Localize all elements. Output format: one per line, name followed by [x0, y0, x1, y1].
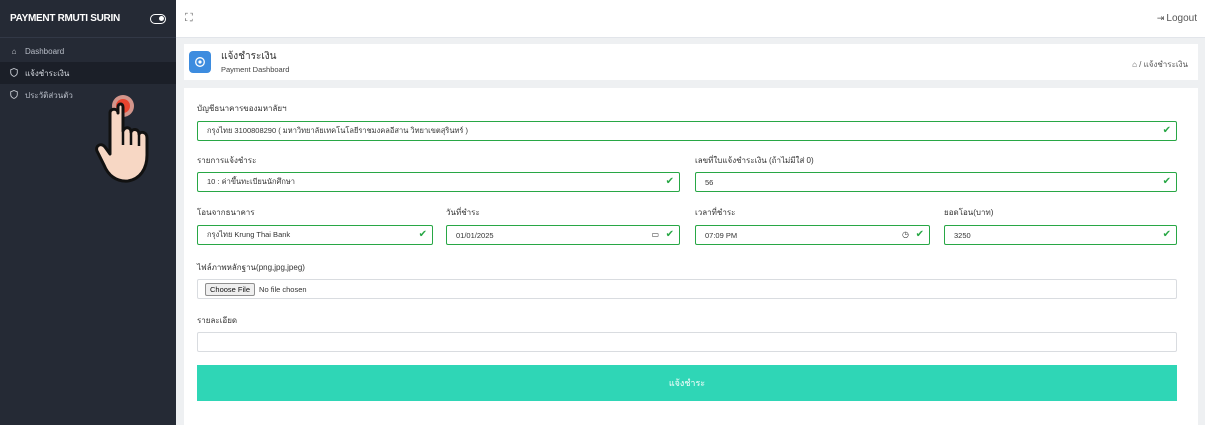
payment-item-select[interactable]: 10 : ค่าขึ้นทะเบียนนักศึกษา ✔ — [197, 172, 680, 192]
valid-check-icon: ✔ — [418, 229, 427, 240]
sidebar-item-label: ประวัติส่วนตัว — [25, 90, 73, 100]
logout-button[interactable]: ⇥ Logout — [1157, 13, 1197, 24]
sidebar-item-dashboard[interactable]: ⌂ Dashboard — [0, 40, 176, 62]
shield-icon — [9, 67, 19, 79]
calendar-icon[interactable]: ▭ — [651, 230, 659, 239]
date-label: วันที่ชำระ — [446, 208, 480, 217]
sidebar-item-payment[interactable]: แจ้งชำระเงิน — [0, 62, 176, 84]
valid-check-icon: ✔ — [665, 229, 674, 240]
valid-check-icon: ✔ — [1162, 229, 1171, 240]
amount-label: ยอดโอน(บาท) — [944, 208, 994, 217]
receipt-no-label: เลขที่ใบแจ้งชำระเงิน (ถ้าไม่มีใส่ 0) — [695, 156, 814, 165]
university-account-label: บัญชีธนาคารของมหาลัยฯ — [197, 104, 287, 113]
payment-item-label: รายการแจ้งชำระ — [197, 156, 257, 165]
date-input[interactable]: 01/01/2025 ▭ ✔ — [446, 225, 680, 245]
page-subtitle: Payment Dashboard — [221, 64, 290, 74]
clock-icon[interactable]: ◷ — [902, 230, 909, 239]
valid-check-icon: ✔ — [665, 176, 674, 187]
sidebar-item-label: Dashboard — [25, 46, 65, 56]
file-status: No file chosen — [259, 284, 307, 294]
topbar: ⛶ ⇥ Logout — [176, 0, 1205, 38]
payment-icon — [189, 51, 211, 73]
sidebar-brand: PAYMENT RMUTI SURIN — [0, 0, 176, 38]
valid-check-icon: ✔ — [1162, 125, 1171, 136]
receipt-no-input[interactable]: 56 ✔ — [695, 172, 1177, 192]
sidebar: PAYMENT RMUTI SURIN ⌂ Dashboard แจ้งชำระ… — [0, 0, 176, 425]
breadcrumb: ⌂ / แจ้งชำระเงิน — [1132, 58, 1188, 71]
sidebar-toggle-icon[interactable] — [150, 13, 166, 24]
time-label: เวลาที่ชำระ — [695, 208, 736, 217]
bank-label: โอนจากธนาคาร — [197, 208, 255, 217]
breadcrumb-separator: / — [1139, 60, 1142, 69]
fullscreen-icon[interactable]: ⛶ — [185, 12, 193, 25]
home-icon[interactable]: ⌂ — [1132, 60, 1137, 69]
breadcrumb-current: แจ้งชำระเงิน — [1143, 60, 1188, 69]
valid-check-icon: ✔ — [915, 229, 924, 240]
valid-check-icon: ✔ — [1162, 176, 1171, 187]
time-input[interactable]: 07:09 PM ◷ ✔ — [695, 225, 930, 245]
file-upload[interactable]: Choose File No file chosen — [197, 279, 1177, 299]
detail-input[interactable] — [197, 332, 1177, 352]
bank-select[interactable]: กรุงไทย Krung Thai Bank ✔ — [197, 225, 433, 245]
file-label: ไฟล์ภาพหลักฐาน(png,jpg,jpeg) — [197, 263, 305, 272]
payment-form: บัญชีธนาคารของมหาลัยฯ กรุงไทย 3100808290… — [184, 88, 1198, 425]
page-title: แจ้งชำระเงิน — [221, 50, 277, 62]
amount-input[interactable]: 3250 ✔ — [944, 225, 1177, 245]
home-icon: ⌂ — [11, 46, 17, 56]
logout-label: Logout — [1166, 13, 1197, 24]
submit-button[interactable]: แจ้งชำระ — [197, 365, 1177, 401]
hand-pointer-icon — [95, 95, 149, 183]
page-header: แจ้งชำระเงิน Payment Dashboard ⌂ / แจ้งช… — [184, 44, 1198, 80]
shield-icon — [9, 89, 19, 101]
sidebar-item-label: แจ้งชำระเงิน — [25, 68, 70, 78]
university-account-select[interactable]: กรุงไทย 3100808290 ( มหาวิทยาลัยเทคโนโลย… — [197, 121, 1177, 141]
brand-title: PAYMENT RMUTI SURIN — [10, 13, 120, 24]
detail-label: รายละเอียด — [197, 316, 238, 325]
logout-icon: ⇥ — [1156, 13, 1165, 23]
choose-file-button[interactable]: Choose File — [205, 282, 256, 296]
